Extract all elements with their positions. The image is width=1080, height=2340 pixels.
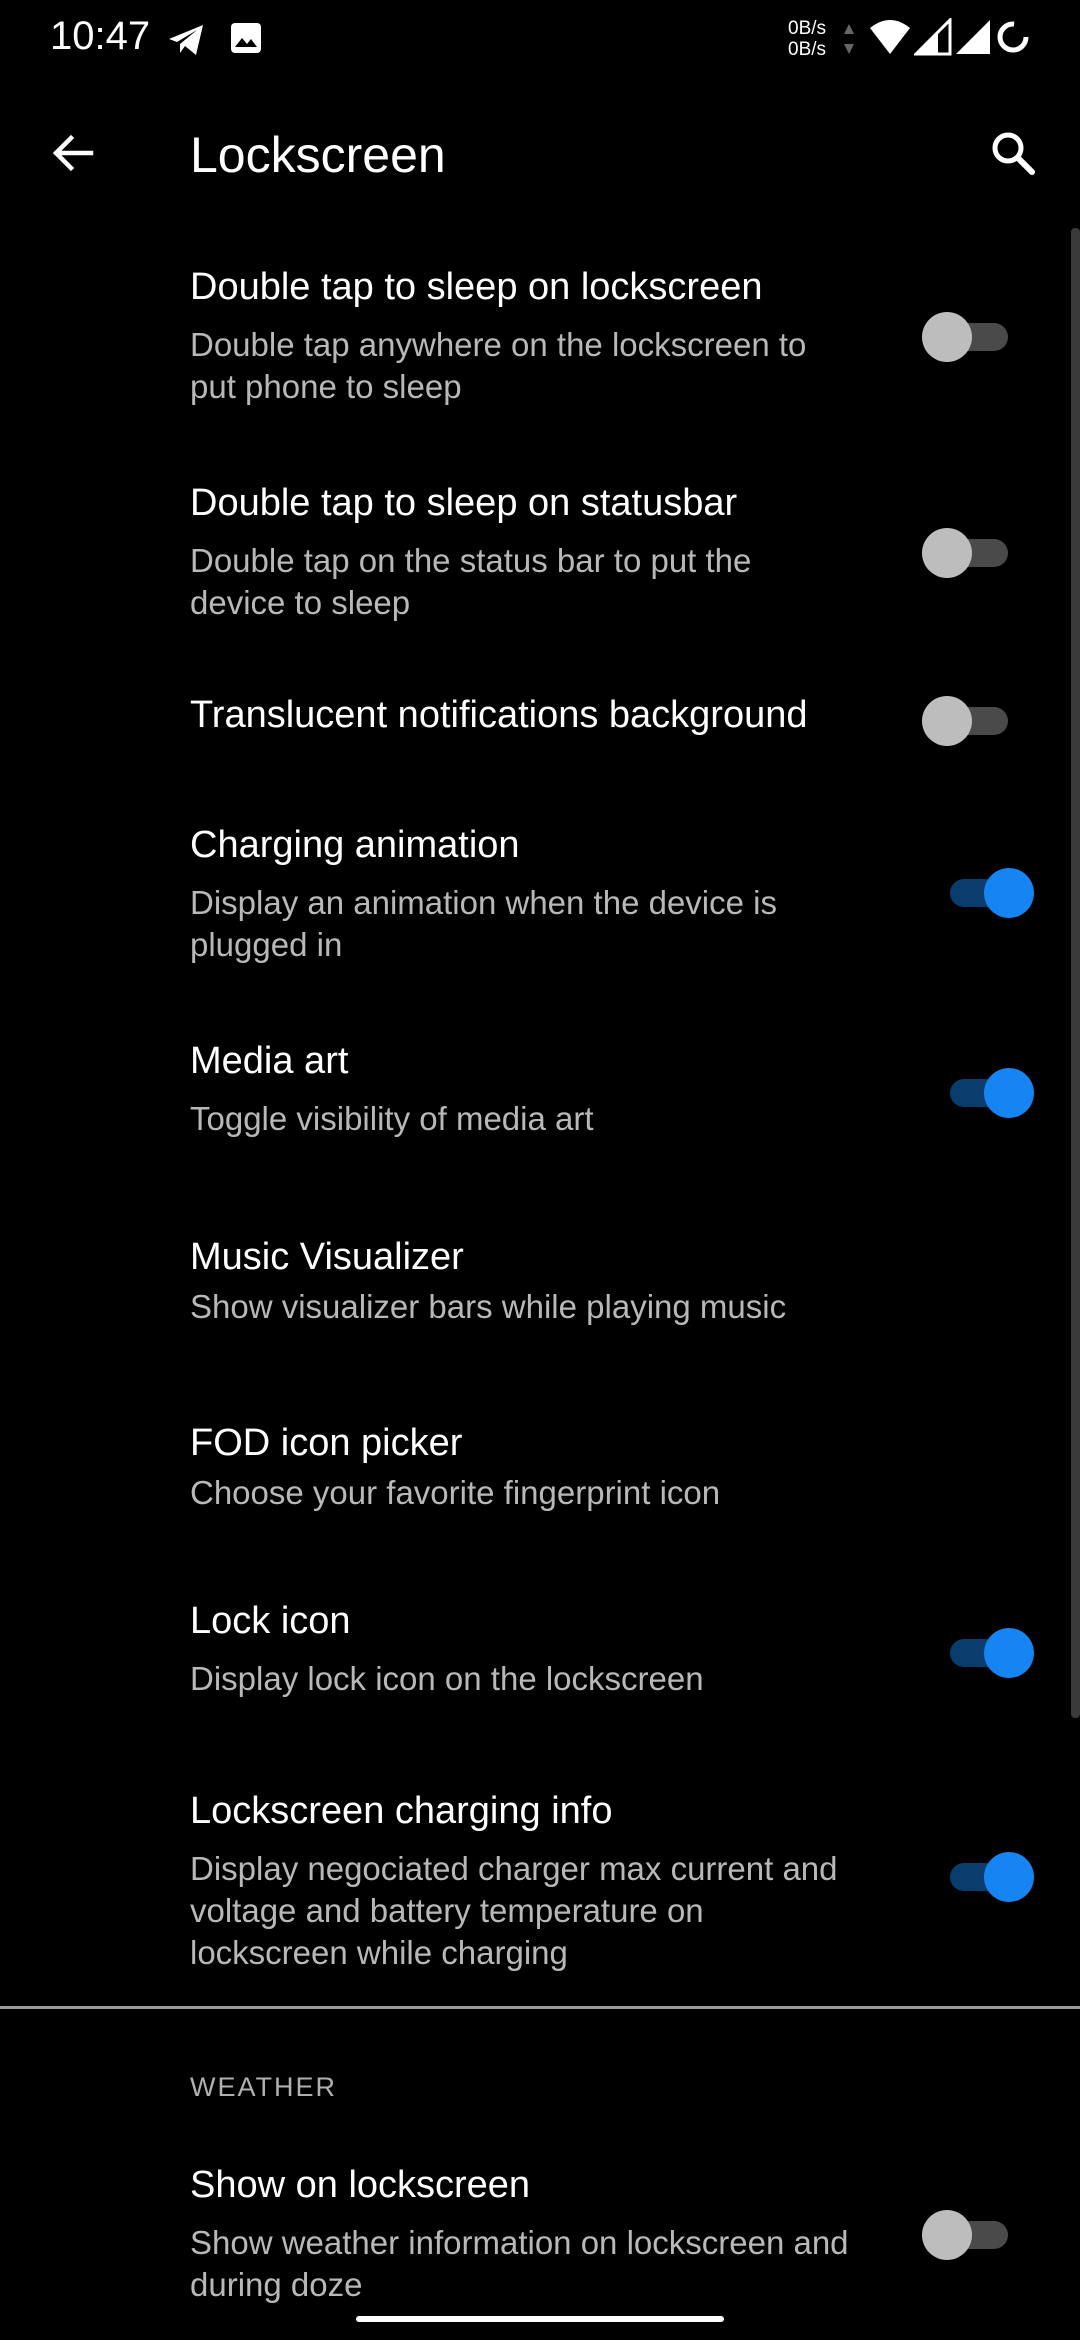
setting-media-art[interactable]: Media art Toggle visibility of media art	[0, 1022, 1080, 1172]
setting-title: Music Visualizer	[190, 1236, 464, 1278]
toggle-switch[interactable]	[940, 862, 1034, 922]
data-arrows-icon	[842, 22, 856, 61]
switch-thumb	[984, 1068, 1034, 1118]
setting-title: Charging animation	[190, 824, 520, 866]
setting-title: Lock icon	[190, 1600, 351, 1642]
settings-screen: 10:47 0B/s 0B/s Lockscreen Double tap to…	[0, 0, 1080, 2340]
page-title: Lockscreen	[190, 127, 446, 183]
setting-weather-show-on-lockscreen[interactable]: Show on lockscreen Show weather informat…	[0, 2150, 1080, 2340]
setting-title: Lockscreen charging info	[190, 1790, 613, 1832]
setting-summary: Double tap on the status bar to put the …	[190, 542, 752, 621]
switch-thumb	[922, 696, 972, 746]
toggle-switch[interactable]	[940, 1846, 1034, 1906]
setting-fod-icon-picker[interactable]: FOD icon picker Choose your favorite fin…	[0, 1408, 1080, 1538]
toggle-switch[interactable]	[922, 522, 1014, 582]
setting-title: Double tap to sleep on statusbar	[190, 482, 738, 524]
setting-summary: Display negociated charger max current a…	[190, 1850, 838, 1971]
setting-translucent-notifications[interactable]: Translucent notifications background	[0, 680, 1080, 800]
setting-summary: Display an animation when the device is …	[190, 884, 777, 963]
toggle-switch[interactable]	[922, 306, 1014, 366]
arrow-back-icon	[49, 129, 97, 182]
battery-ring-icon	[996, 20, 1030, 59]
switch-thumb	[984, 1628, 1034, 1678]
signal-icon	[912, 16, 952, 61]
telegram-icon	[166, 20, 206, 65]
search-button[interactable]	[976, 118, 1050, 192]
status-bar: 10:47 0B/s 0B/s	[0, 0, 1080, 80]
net-speed-up: 0B/s	[788, 18, 827, 39]
setting-summary: Toggle visibility of media art	[190, 1100, 594, 1137]
back-button[interactable]	[36, 118, 110, 192]
setting-summary: Choose your favorite fingerprint icon	[190, 1474, 721, 1511]
net-speed-indicator: 0B/s 0B/s	[788, 18, 826, 60]
setting-title: FOD icon picker	[190, 1422, 463, 1464]
signal-icon	[954, 18, 992, 61]
toggle-switch[interactable]	[922, 690, 1014, 750]
switch-thumb	[922, 2210, 972, 2260]
setting-summary: Show weather information on lockscreen a…	[190, 2224, 849, 2303]
setting-lockscreen-charging-info[interactable]: Lockscreen charging info Display negocia…	[0, 1772, 1080, 1992]
setting-title: Media art	[190, 1040, 349, 1082]
toggle-switch[interactable]	[940, 1622, 1034, 1682]
switch-thumb	[984, 1852, 1034, 1902]
app-bar: Lockscreen	[0, 100, 1080, 210]
switch-thumb	[922, 312, 972, 362]
setting-title: Double tap to sleep on lockscreen	[190, 266, 763, 308]
setting-summary: Show visualizer bars while playing music	[190, 1288, 787, 1325]
toggle-switch[interactable]	[940, 1062, 1034, 1122]
setting-charging-animation[interactable]: Charging animation Display an animation …	[0, 806, 1080, 996]
setting-lock-icon[interactable]: Lock icon Display lock icon on the locks…	[0, 1582, 1080, 1732]
section-header-weather: WEATHER	[190, 2072, 337, 2102]
status-clock: 10:47	[50, 14, 151, 58]
section-divider	[0, 2006, 1080, 2009]
switch-thumb	[984, 868, 1034, 918]
setting-title: Translucent notifications background	[190, 694, 808, 736]
home-indicator[interactable]	[356, 2316, 724, 2322]
toggle-switch[interactable]	[922, 2204, 1014, 2264]
net-speed-down: 0B/s	[788, 39, 827, 60]
setting-title: Show on lockscreen	[190, 2164, 531, 2206]
setting-summary: Display lock icon on the lockscreen	[190, 1660, 704, 1697]
setting-music-visualizer[interactable]: Music Visualizer Show visualizer bars wh…	[0, 1222, 1080, 1352]
image-icon	[228, 20, 264, 61]
setting-double-tap-sleep-statusbar[interactable]: Double tap to sleep on statusbar Double …	[0, 464, 1080, 654]
setting-double-tap-sleep-lockscreen[interactable]: Double tap to sleep on lockscreen Double…	[0, 248, 1080, 438]
switch-thumb	[922, 528, 972, 578]
search-icon	[988, 128, 1038, 183]
setting-summary: Double tap anywhere on the lockscreen to…	[190, 326, 807, 405]
wifi-icon	[868, 18, 912, 63]
